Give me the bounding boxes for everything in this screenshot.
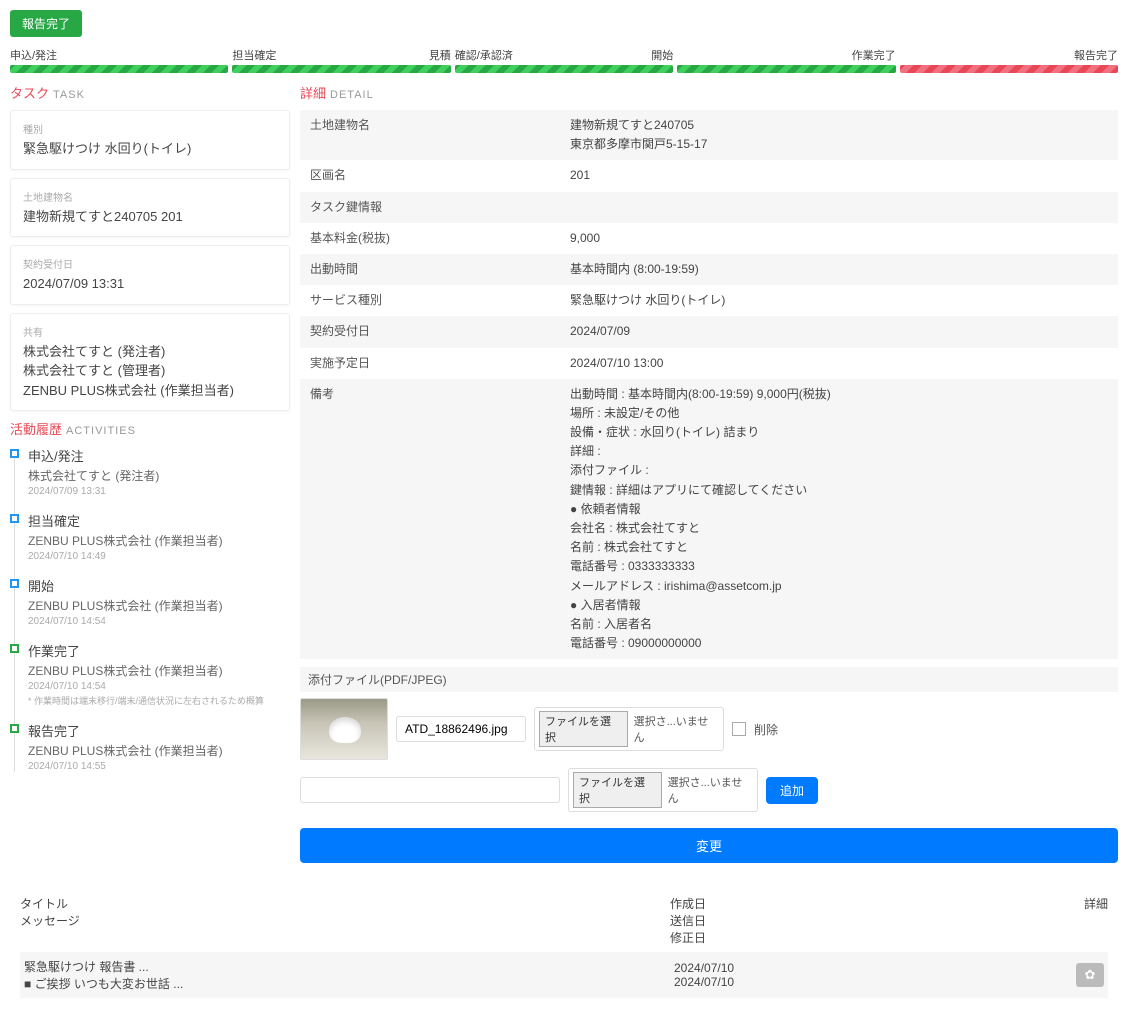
progress-steps: 申込/発注担当確定見積確認/承認済開始作業完了報告完了 <box>10 47 1118 73</box>
attachment-thumbnail[interactable] <box>300 698 388 760</box>
add-button[interactable]: 追加 <box>766 777 818 804</box>
progress-segment-1: 担当確定見積 <box>232 47 450 73</box>
detail-row-8: 備考出動時間 : 基本時間内(8:00-19:59) 9,000円(税抜) 場所… <box>300 379 1118 660</box>
task-card-3: 共有株式会社てすと (発注者) 株式会社てすと (管理者) ZENBU PLUS… <box>10 313 290 412</box>
detail-table: 土地建物名建物新規てすと240705 東京都多摩市関戸5-15-17区画名201… <box>300 110 1118 659</box>
delete-checkbox-1[interactable] <box>732 722 746 736</box>
messages-section: タイトル メッセージ 作成日 送信日 修正日 詳細 緊急駆けつけ 報告書 ...… <box>10 883 1118 1006</box>
detail-row-6: 契約受付日2024/07/09 <box>300 316 1118 347</box>
msg-header-title: タイトル <box>20 895 670 912</box>
msg-header-updated: 修正日 <box>670 929 950 946</box>
activities-section-title: 活動履歴ACTIVITIES <box>10 419 290 438</box>
msg-row-date1: 2024/07/10 <box>674 961 954 975</box>
msg-header-created: 作成日 <box>670 895 950 912</box>
activity-item-4: 報告完了ZENBU PLUS株式会社 (作業担当者)2024/07/10 14:… <box>28 721 290 772</box>
msg-row-title: 緊急駆けつけ 報告書 ... <box>24 958 674 975</box>
attachment-filename-input[interactable] <box>396 716 526 742</box>
detail-section-title: 詳細DETAIL <box>300 83 1118 102</box>
msg-header-detail: 詳細 <box>950 895 1108 946</box>
file-choose-button[interactable]: ファイルを選択 <box>539 711 628 747</box>
task-card-1: 土地建物名建物新規てすと240705 201 <box>10 178 290 238</box>
detail-row-4: 出動時間基本時間内 (8:00-19:59) <box>300 254 1118 285</box>
detail-row-0: 土地建物名建物新規てすと240705 東京都多摩市関戸5-15-17 <box>300 110 1118 160</box>
activity-item-1: 担当確定ZENBU PLUS株式会社 (作業担当者)2024/07/10 14:… <box>28 511 290 562</box>
detail-row-2: タスク鍵情報 <box>300 192 1118 223</box>
detail-row-7: 実施予定日2024/07/10 13:00 <box>300 348 1118 379</box>
detail-row-3: 基本料金(税抜)9,000 <box>300 223 1118 254</box>
detail-row-1: 区画名201 <box>300 160 1118 191</box>
attachment-filename-input-new[interactable] <box>300 777 560 803</box>
file-chooser-new[interactable]: ファイルを選択 選択さ...いません <box>568 768 758 812</box>
progress-segment-0: 申込/発注 <box>10 47 228 73</box>
message-row[interactable]: 緊急駆けつけ 報告書 ... ■ ご挨拶 いつも大変お世話 ... 2024/0… <box>20 952 1108 998</box>
progress-segment-2: 確認/承認済開始 <box>455 47 673 73</box>
attachment-row-1: ファイルを選択 選択さ...いません 削除 <box>300 698 1118 760</box>
task-card-0: 種別緊急駆けつけ 水回り(トイレ) <box>10 110 290 170</box>
file-none-text: 選択さ...いません <box>634 713 719 745</box>
task-section-title: タスクTASK <box>10 83 290 102</box>
activity-item-0: 申込/発注株式会社てすと (発注者)2024/07/09 13:31 <box>28 446 290 497</box>
file-chooser-1[interactable]: ファイルを選択 選択さ...いません <box>534 707 724 751</box>
activity-item-2: 開始ZENBU PLUS株式会社 (作業担当者)2024/07/10 14:54 <box>28 576 290 627</box>
attachment-row-new: ファイルを選択 選択さ...いません 追加 <box>300 768 1118 812</box>
progress-segment-4: 報告完了 <box>900 47 1118 73</box>
activity-item-3: 作業完了ZENBU PLUS株式会社 (作業担当者)2024/07/10 14:… <box>28 641 290 707</box>
detail-row-5: サービス種別緊急駆けつけ 水回り(トイレ) <box>300 285 1118 316</box>
submit-button[interactable]: 変更 <box>300 828 1118 863</box>
file-choose-button[interactable]: ファイルを選択 <box>573 772 662 808</box>
msg-row-date2: 2024/07/10 <box>674 975 954 989</box>
progress-segment-3: 作業完了 <box>677 47 895 73</box>
msg-header-sent: 送信日 <box>670 912 950 929</box>
file-none-text: 選択さ...いません <box>668 774 753 806</box>
msg-header-message: メッセージ <box>20 912 670 929</box>
msg-row-body: ■ ご挨拶 いつも大変お世話 ... <box>24 975 674 992</box>
delete-label: 削除 <box>754 721 778 738</box>
gear-icon[interactable]: ✿ <box>1076 963 1104 987</box>
status-badge: 報告完了 <box>10 10 82 37</box>
task-card-2: 契約受付日2024/07/09 13:31 <box>10 245 290 305</box>
attach-header: 添付ファイル(PDF/JPEG) <box>300 667 1118 692</box>
